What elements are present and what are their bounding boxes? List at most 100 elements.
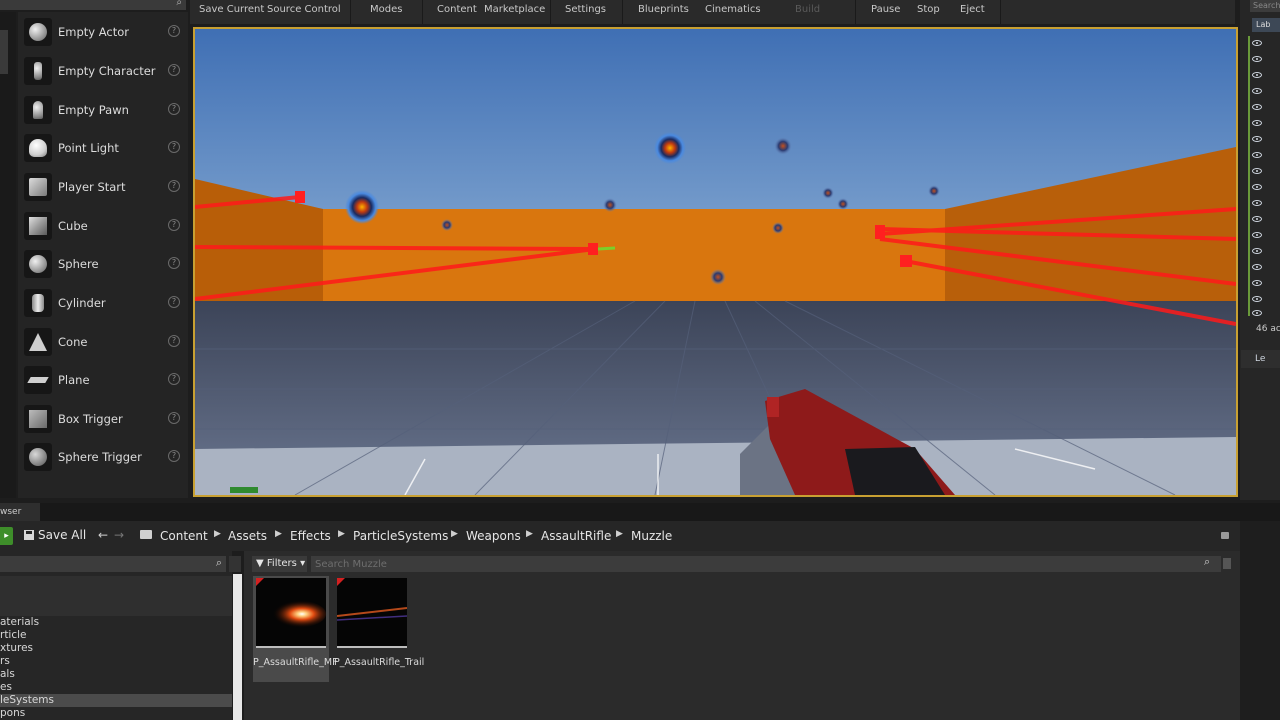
breadcrumb-chevron-icon[interactable]: ▶ [526,529,533,539]
help-icon[interactable]: ? [168,335,180,347]
marketplace-button[interactable]: Marketplace [484,4,545,15]
view-options-button[interactable] [1223,558,1231,569]
folder-tree-item[interactable]: es [0,681,232,694]
eye-icon[interactable] [1252,120,1262,126]
search-icon: ⌕ [1204,555,1211,568]
pause-button[interactable]: Pause [871,4,900,15]
place-item-cylinder[interactable]: Cylinder ? [18,285,188,323]
folder-tree-item[interactable]: rticle [0,629,232,642]
build-button[interactable]: Build [795,4,820,15]
eye-icon[interactable] [1252,310,1262,316]
filters-dropdown[interactable]: ▼ Filters ▾ [252,556,307,572]
lock-icon[interactable] [1221,532,1229,539]
modes-button[interactable]: Modes [370,4,402,15]
breadcrumb-item[interactable]: ParticleSystems [353,529,448,543]
place-item-sphere-trigger[interactable]: Sphere Trigger ? [18,439,188,477]
place-item-cone[interactable]: Cone ? [18,324,188,362]
help-icon[interactable]: ? [168,64,180,76]
eye-icon[interactable] [1252,88,1262,94]
breadcrumb-item[interactable]: Assets [228,529,267,543]
eye-icon[interactable] [1252,72,1262,78]
help-icon[interactable]: ? [168,296,180,308]
folder-tree-item[interactable]: aterials [0,616,232,629]
folder-tree-item[interactable]: xtures [0,642,232,655]
place-item-empty-character[interactable]: Empty Character ? [18,53,188,91]
help-icon[interactable]: ? [168,219,180,231]
level-viewport[interactable] [193,27,1238,497]
folder-search-field[interactable]: ⌕ [0,556,226,572]
place-category-strip[interactable] [0,12,16,498]
folder-tree-item[interactable]: als [0,668,232,681]
save-all-button[interactable]: Save All [24,528,86,542]
forward-arrow-icon[interactable]: → [114,528,124,542]
place-item-point-light[interactable]: Point Light ? [18,130,188,168]
eye-icon[interactable] [1252,184,1262,190]
save-current-button[interactable]: Save Current [199,4,264,15]
eye-icon[interactable] [1252,296,1262,302]
help-icon[interactable]: ? [168,257,180,269]
details-tab[interactable]: Le [1241,350,1280,368]
breadcrumb-chevron-icon[interactable]: ▶ [214,529,221,539]
breadcrumb-item[interactable]: Effects [290,529,331,543]
asset-search-input[interactable] [311,556,1221,572]
eye-icon[interactable] [1252,168,1262,174]
place-item-box-trigger[interactable]: Box Trigger ? [18,401,188,439]
place-item-empty-actor[interactable]: Empty Actor ? [18,14,188,52]
asset-tile-selected[interactable]: P_AssaultRifle_MF [253,576,338,682]
breadcrumb-item[interactable]: AssaultRifle [541,529,611,543]
help-icon[interactable]: ? [168,25,180,37]
eye-icon[interactable] [1252,136,1262,142]
category-tab-basic[interactable] [0,30,8,74]
breadcrumb-item[interactable]: Content [160,529,208,543]
help-icon[interactable]: ? [168,412,180,424]
eye-icon[interactable] [1252,200,1262,206]
asset-tile[interactable]: P_AssaultRifle_Trail [334,576,424,682]
breadcrumb-chevron-icon[interactable]: ▶ [616,529,623,539]
help-icon[interactable]: ? [168,450,180,462]
place-search-field[interactable]: ⌕ [0,0,186,10]
breadcrumb-item[interactable]: Muzzle [631,529,672,543]
breadcrumb-chevron-icon[interactable]: ▶ [275,529,282,539]
eye-icon[interactable] [1252,248,1262,254]
eye-icon[interactable] [1252,232,1262,238]
eye-icon[interactable] [1252,56,1262,62]
help-icon[interactable]: ? [168,373,180,385]
help-icon[interactable]: ? [168,180,180,192]
plane-icon [24,366,52,394]
folder-tree-item[interactable]: pons [0,707,232,720]
back-arrow-icon[interactable]: ← [98,528,108,542]
place-item-plane[interactable]: Plane ? [18,362,188,400]
eye-icon[interactable] [1252,280,1262,286]
help-icon[interactable]: ? [168,103,180,115]
eye-icon[interactable] [1252,40,1262,46]
place-item-sphere[interactable]: Sphere ? [18,246,188,284]
folder-tree-item-selected[interactable]: leSystems [0,694,232,707]
eject-button[interactable]: Eject [960,4,985,15]
content-button[interactable]: Content [437,4,477,15]
content-browser-tab[interactable]: wser [0,503,40,521]
cinematics-button[interactable]: Cinematics [705,4,761,15]
settings-button[interactable]: Settings [565,4,606,15]
place-item-player-start[interactable]: Player Start ? [18,169,188,207]
blueprints-button[interactable]: Blueprints [638,4,689,15]
eye-icon[interactable] [1252,216,1262,222]
source-control-button[interactable]: Source Control [267,4,341,15]
folder-icon[interactable] [140,530,152,539]
folder-tree-item[interactable]: rs [0,655,232,668]
place-item-cube[interactable]: Cube ? [18,208,188,246]
eye-icon[interactable] [1252,264,1262,270]
place-item-empty-pawn[interactable]: Empty Pawn ? [18,92,188,130]
outliner-search[interactable]: Search [1250,0,1280,12]
panel-splitter[interactable] [233,574,242,720]
breadcrumb-item[interactable]: Weapons [466,529,521,543]
breadcrumb-chevron-icon[interactable]: ▶ [338,529,345,539]
help-icon[interactable]: ? [168,141,180,153]
target [928,185,940,197]
outliner-column-label[interactable]: Lab [1252,18,1280,32]
sources-view-options[interactable] [229,556,241,572]
eye-icon[interactable] [1252,152,1262,158]
stop-button[interactable]: Stop [917,4,940,15]
add-new-button[interactable]: ▸ [0,527,13,545]
eye-icon[interactable] [1252,104,1262,110]
breadcrumb-chevron-icon[interactable]: ▶ [451,529,458,539]
